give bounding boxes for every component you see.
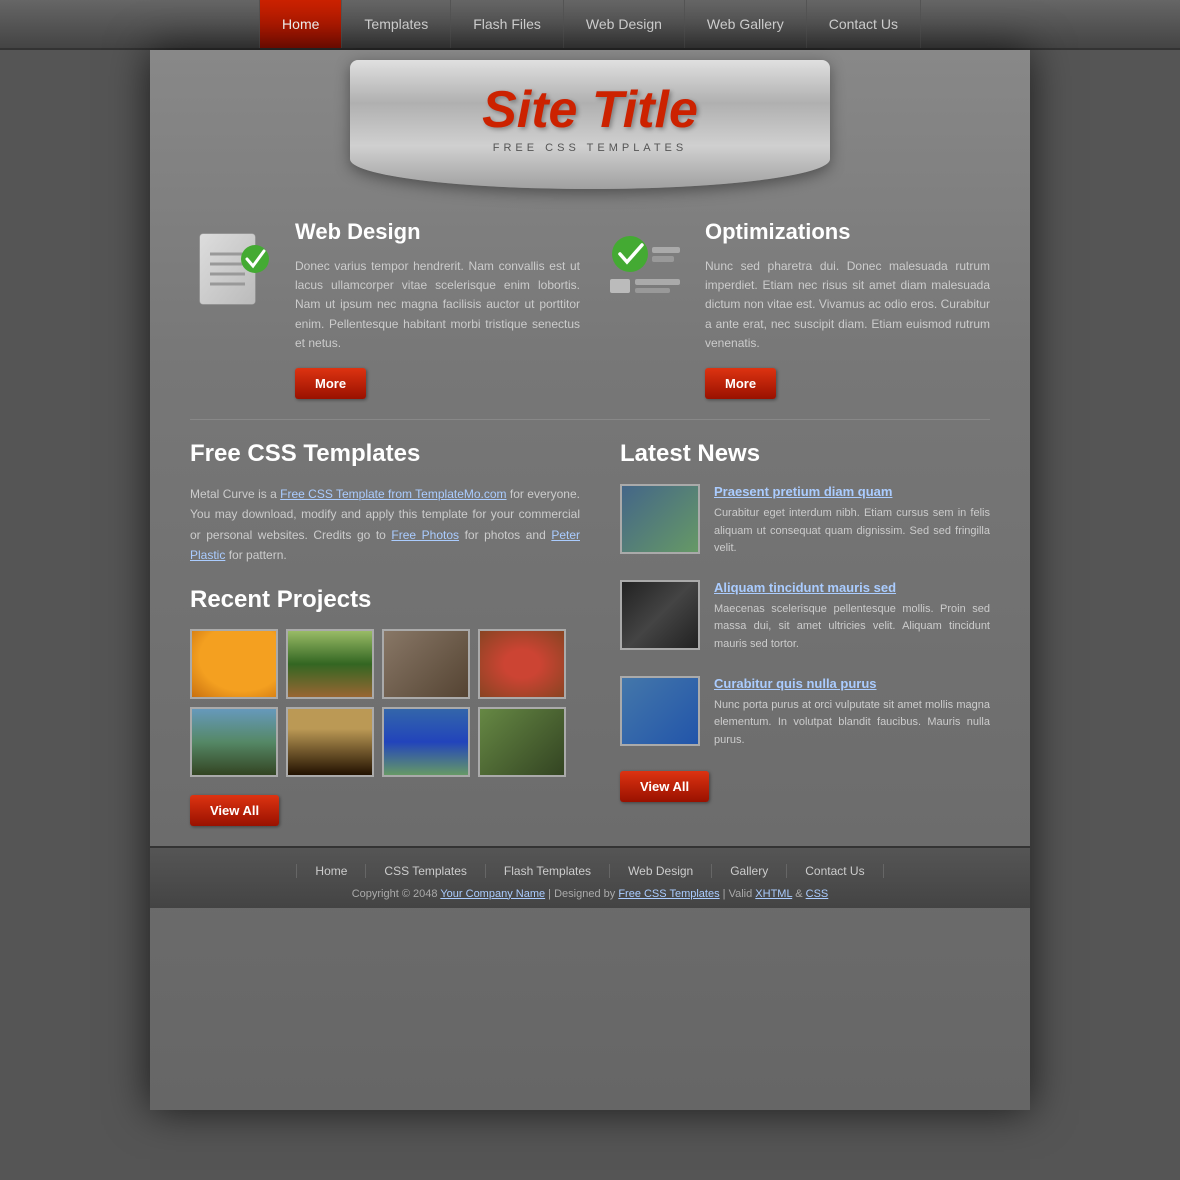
optim-body: Nunc sed pharetra dui. Donec malesuada r…: [705, 257, 990, 353]
two-col-section: Free CSS Templates Metal Curve is a Free…: [190, 440, 990, 826]
project-thumb-5[interactable]: [190, 707, 278, 777]
news-text-1: Praesent pretium diam quam Curabitur ege…: [714, 484, 990, 558]
web-design-svg-icon: [190, 229, 280, 319]
web-design-body: Donec varius tempor hendrerit. Nam conva…: [295, 257, 580, 353]
free-css-heading: Free CSS Templates: [190, 440, 580, 468]
valid-text: | Valid: [723, 888, 753, 900]
footer: Home CSS Templates Flash Templates Web D…: [150, 846, 1030, 908]
nav-templates[interactable]: Templates: [342, 0, 451, 48]
free-css-text: Metal Curve is a Free CSS Template from …: [190, 484, 580, 566]
news-thumb-2: [620, 580, 700, 650]
news-link-2[interactable]: Aliquam tincidunt mauris sed: [714, 580, 990, 595]
news-view-all-button[interactable]: View All: [620, 771, 709, 802]
feature-web-design: Web Design Donec varius tempor hendrerit…: [190, 219, 580, 399]
logo-box: Site Title FREE CSS TEMPLATES: [350, 60, 830, 189]
and-text: &: [795, 888, 802, 900]
project-thumb-3[interactable]: [382, 629, 470, 699]
project-thumb-2[interactable]: [286, 629, 374, 699]
web-design-heading: Web Design: [295, 219, 580, 245]
news-text-2: Aliquam tincidunt mauris sed Maecenas sc…: [714, 580, 990, 654]
web-design-more-button[interactable]: More: [295, 368, 366, 399]
optim-more-button[interactable]: More: [705, 368, 776, 399]
features-row: Web Design Donec varius tempor hendrerit…: [190, 219, 990, 399]
site-subtitle: FREE CSS TEMPLATES: [370, 142, 810, 154]
nav-web-design[interactable]: Web Design: [564, 0, 685, 48]
free-css-link1[interactable]: Free CSS Template from TemplateMo.com: [280, 487, 506, 501]
project-thumb-6[interactable]: [286, 707, 374, 777]
site-title: Site Title: [370, 80, 810, 140]
news-body-1: Curabitur eget interdum nibh. Etiam curs…: [714, 505, 990, 558]
designer-link[interactable]: Free CSS Templates: [618, 888, 719, 900]
footer-nav-css-templates[interactable]: CSS Templates: [366, 864, 485, 878]
top-navigation: Home Templates Flash Files Web Design We…: [0, 0, 1180, 50]
footer-nav-contact-us[interactable]: Contact Us: [787, 864, 883, 878]
news-thumb-3: [620, 676, 700, 746]
free-css-text3: for photos and: [465, 528, 546, 542]
footer-nav-gallery[interactable]: Gallery: [712, 864, 787, 878]
optim-text: Optimizations Nunc sed pharetra dui. Don…: [705, 219, 990, 399]
main-wrapper: Site Title FREE CSS TEMPLATES: [150, 50, 1030, 1110]
project-grid: [190, 629, 580, 777]
left-column: Free CSS Templates Metal Curve is a Free…: [190, 440, 580, 826]
right-column: Latest News Praesent pretium diam quam C…: [620, 440, 990, 826]
project-thumb-4[interactable]: [478, 629, 566, 699]
optim-heading: Optimizations: [705, 219, 990, 245]
designed-by-text: | Designed by: [548, 888, 615, 900]
free-css-link2[interactable]: Free Photos: [391, 528, 459, 542]
web-design-icon-area: [190, 219, 280, 399]
news-body-2: Maecenas scelerisque pellentesque mollis…: [714, 601, 990, 654]
optim-svg-icon: [600, 229, 690, 319]
recent-projects-heading: Recent Projects: [190, 586, 580, 614]
nav-web-gallery[interactable]: Web Gallery: [685, 0, 807, 48]
css-link[interactable]: CSS: [806, 888, 829, 900]
footer-nav-web-design[interactable]: Web Design: [610, 864, 712, 878]
free-css-text4: for pattern.: [229, 548, 287, 562]
footer-nav-flash-templates[interactable]: Flash Templates: [486, 864, 610, 878]
feature-optimizations: Optimizations Nunc sed pharetra dui. Don…: [600, 219, 990, 399]
news-item-1: Praesent pretium diam quam Curabitur ege…: [620, 484, 990, 558]
optim-icon-area: [600, 219, 690, 399]
nav-flash-files[interactable]: Flash Files: [451, 0, 564, 48]
web-design-text: Web Design Donec varius tempor hendrerit…: [295, 219, 580, 399]
project-thumb-8[interactable]: [478, 707, 566, 777]
news-link-3[interactable]: Curabitur quis nulla purus: [714, 676, 990, 691]
nav-contact-us[interactable]: Contact Us: [807, 0, 921, 48]
nav-home[interactable]: Home: [259, 0, 342, 48]
content-area: Web Design Donec varius tempor hendrerit…: [150, 189, 1030, 846]
projects-view-all-button[interactable]: View All: [190, 795, 279, 826]
footer-copyright: Copyright © 2048 Your Company Name | Des…: [170, 888, 1010, 900]
news-text-3: Curabitur quis nulla purus Nunc porta pu…: [714, 676, 990, 750]
latest-news-heading: Latest News: [620, 440, 990, 468]
project-thumb-1[interactable]: [190, 629, 278, 699]
free-css-text1: Metal Curve is a: [190, 487, 277, 501]
footer-nav-home[interactable]: Home: [296, 864, 366, 878]
footer-nav: Home CSS Templates Flash Templates Web D…: [170, 864, 1010, 878]
copyright-text: Copyright © 2048: [352, 888, 438, 900]
project-thumb-7[interactable]: [382, 707, 470, 777]
news-body-3: Nunc porta purus at orci vulputate sit a…: [714, 697, 990, 750]
company-link[interactable]: Your Company Name: [440, 888, 545, 900]
news-item-3: Curabitur quis nulla purus Nunc porta pu…: [620, 676, 990, 750]
header-area: Site Title FREE CSS TEMPLATES: [150, 50, 1030, 189]
news-link-1[interactable]: Praesent pretium diam quam: [714, 484, 990, 499]
xhtml-link[interactable]: XHTML: [755, 888, 792, 900]
news-item-2: Aliquam tincidunt mauris sed Maecenas sc…: [620, 580, 990, 654]
section-divider: [190, 419, 990, 420]
news-thumb-1: [620, 484, 700, 554]
